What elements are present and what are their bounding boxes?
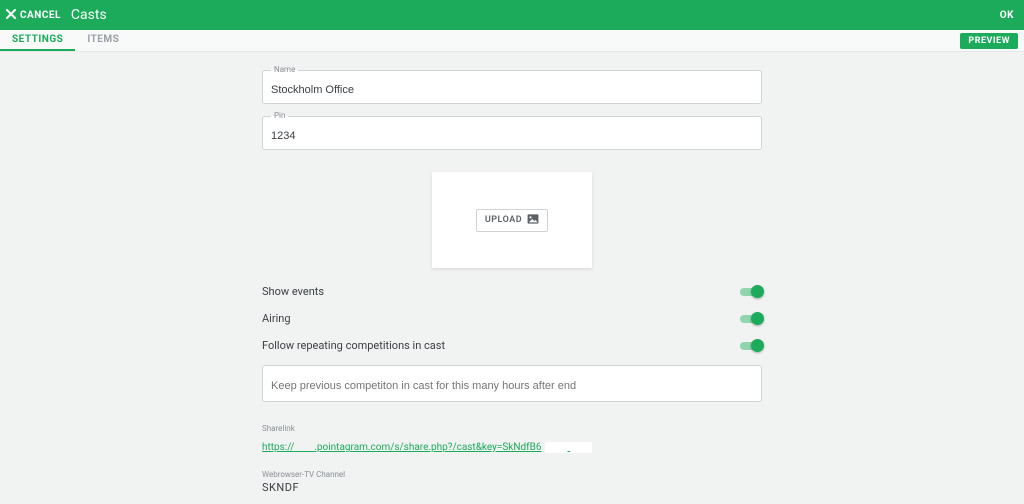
toggle-follow-repeating: Follow repeating competitions in cast [262,338,762,353]
toggle-airing-label: Airing [262,312,291,325]
settings-form: Name Pin UPLOAD Show events Airing [262,70,762,494]
toggle-follow-repeating-switch[interactable] [740,342,762,350]
toggle-airing: Airing [262,311,762,326]
image-upload-area: UPLOAD [262,172,762,268]
tab-items[interactable]: ITEMS [75,30,131,51]
pin-field[interactable]: Pin [262,116,762,150]
toggle-show-events: Show events [262,284,762,299]
channel-label: Webrowser-TV Channel [262,470,762,479]
name-field[interactable]: Name [262,70,762,104]
upload-label: UPLOAD [485,215,522,225]
preview-button[interactable]: PREVIEW [960,33,1018,49]
upload-dropzone[interactable]: UPLOAD [432,172,592,268]
toggle-follow-repeating-label: Follow repeating competitions in cast [262,339,445,352]
keep-hours-field[interactable] [262,365,762,402]
topbar-left: CANCEL Casts [6,7,107,23]
keep-hours-input[interactable] [271,380,753,392]
sharelink[interactable]: https://xxxx.pointagram.com/s/share.php?… [262,442,592,453]
sub-toolbar: SETTINGS ITEMS PREVIEW [0,30,1024,52]
sharelink-block: Sharelink https://xxxx.pointagram.com/s/… [262,424,762,454]
pin-input[interactable] [271,130,753,142]
sharelink-protocol: https:// [262,442,294,453]
sharelink-rest: .pointagram.com/s/share.php?/cast&key=Sk… [314,442,541,453]
toggle-airing-switch[interactable] [740,315,762,323]
image-icon [527,214,539,227]
name-field-label: Name [271,65,298,74]
cancel-label: CANCEL [20,10,61,21]
upload-button[interactable]: UPLOAD [476,209,548,232]
cancel-button[interactable]: CANCEL [6,9,61,22]
ok-button[interactable]: OK [1000,10,1014,21]
topbar: CANCEL Casts OK [0,0,1024,30]
sharelink-label: Sharelink [262,424,762,433]
tabs: SETTINGS ITEMS [0,30,131,51]
name-input[interactable] [271,84,753,96]
toggle-show-events-switch[interactable] [740,288,762,296]
settings-panel: Name Pin UPLOAD Show events Airing [0,52,1024,494]
page-title: Casts [71,7,107,23]
close-icon [6,9,16,22]
toggle-show-events-label: Show events [262,285,324,298]
channel-block: Webrowser-TV Channel SKNDF [262,470,762,494]
pin-field-label: Pin [271,111,288,120]
channel-value: SKNDF [262,481,762,494]
tab-settings[interactable]: SETTINGS [0,30,75,51]
